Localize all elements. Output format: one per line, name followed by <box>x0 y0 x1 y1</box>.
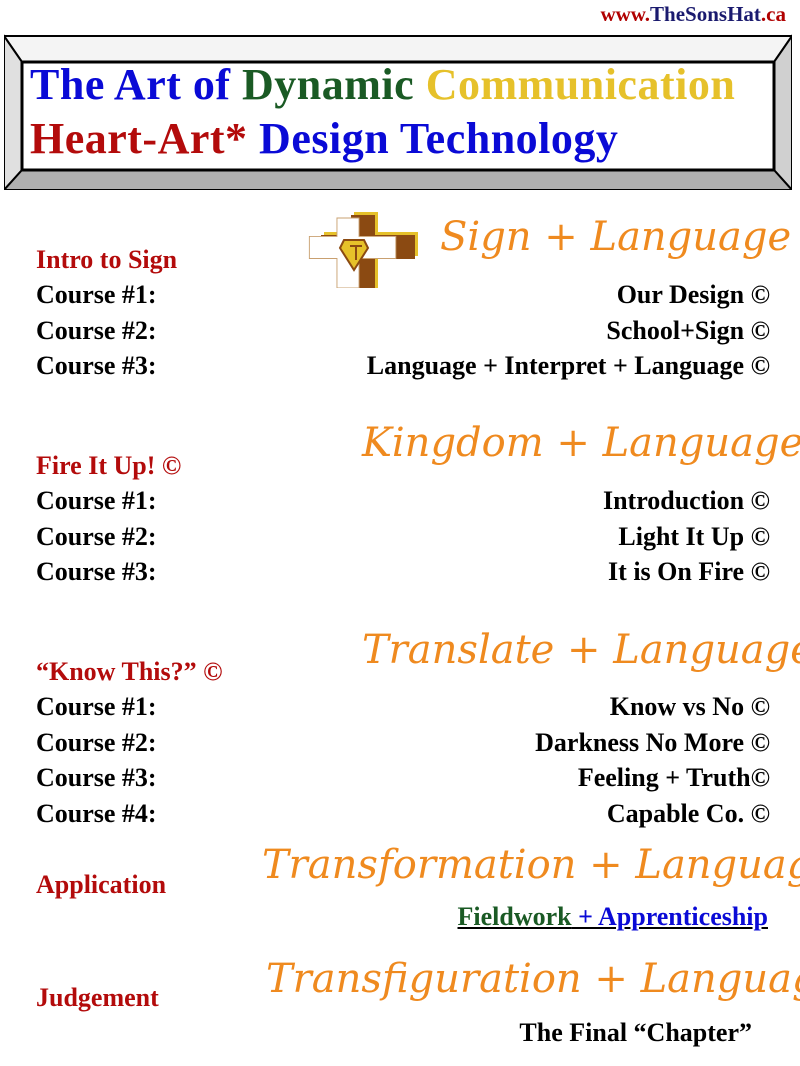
section-label-application: Application <box>36 870 167 899</box>
section-title-kingdom-language: Kingdom + Language <box>362 420 800 466</box>
page-title: The Art of Dynamic Communication Heart-A… <box>30 58 735 166</box>
section-label-fire-it-up: Fire It Up! © <box>36 451 182 480</box>
cross-shield-logo-icon <box>308 212 418 288</box>
section-title-transfiguration-language: Transfiguration + Language <box>266 956 800 1002</box>
title-line-1: The Art of Dynamic Communication <box>30 60 736 109</box>
fieldwork-apprenticeship-link[interactable]: Fieldwork + Apprenticeship <box>458 902 769 932</box>
section-label-intro-to-sign: Intro to Sign <box>36 245 178 274</box>
section-label-judgement: Judgement <box>36 983 159 1012</box>
section-label-know-this: “Know This?” © <box>36 657 223 686</box>
section-title-translate-language: Translate + Language <box>362 627 800 673</box>
section-title-transformation-language: Transformation + Language <box>262 842 800 888</box>
title-line-2: Heart-Art* Design Technology <box>30 114 619 163</box>
section-title-sign-language: Sign + Language <box>440 214 792 260</box>
final-chapter-text: The Final “Chapter” <box>519 1018 752 1047</box>
